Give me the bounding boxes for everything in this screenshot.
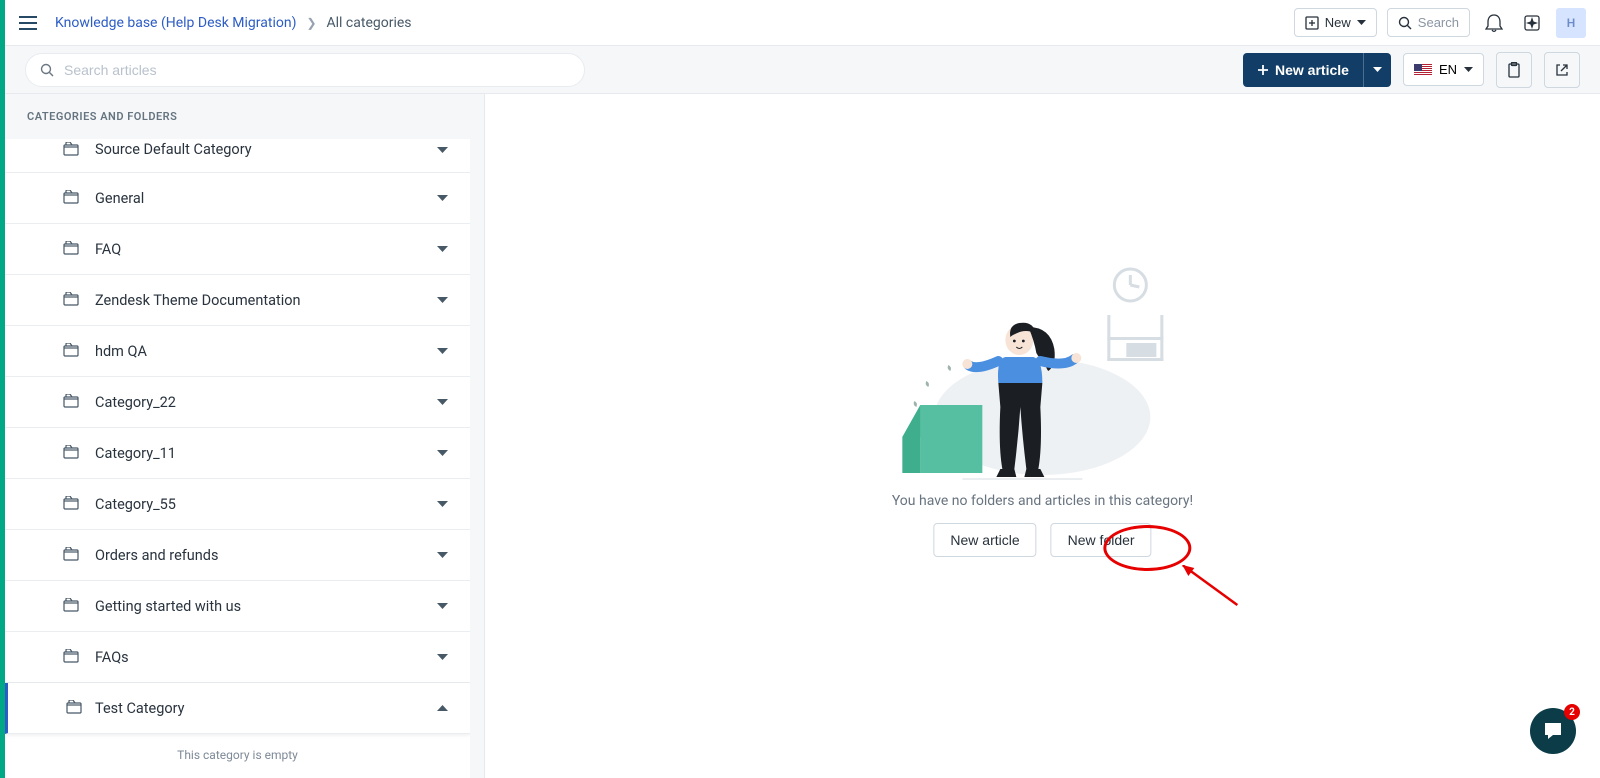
breadcrumb-current: All categories	[327, 15, 412, 31]
language-selector[interactable]: EN	[1403, 53, 1484, 86]
empty-new-folder-button[interactable]: New folder	[1051, 523, 1152, 557]
sidebar-category[interactable]: Category_22	[5, 377, 470, 428]
chevron-icon	[437, 191, 448, 205]
sidebar-category[interactable]: Getting started with us	[5, 581, 470, 632]
search-icon	[40, 63, 54, 77]
external-link-icon	[1555, 63, 1569, 77]
chevron-icon	[437, 548, 448, 562]
sidebar-category[interactable]: Source Default Category	[5, 139, 470, 173]
sidebar-category[interactable]: Zendesk Theme Documentation	[5, 275, 470, 326]
chevron-icon	[437, 599, 448, 613]
annotation-arrow	[1182, 565, 1252, 615]
sidebar-category[interactable]: FAQs	[5, 632, 470, 683]
subbar: New article EN	[5, 46, 1600, 94]
new-button-label: New	[1325, 15, 1351, 30]
sparkle-icon[interactable]	[1518, 9, 1546, 37]
sidebar-category[interactable]: FAQ	[5, 224, 470, 275]
folder-icon	[66, 699, 82, 718]
category-label: FAQs	[95, 649, 129, 666]
folder-icon	[63, 597, 79, 616]
plus-icon	[1257, 64, 1269, 76]
clipboard-icon	[1507, 62, 1521, 78]
sidebar-list[interactable]: Source Default Category General FAQ Zendesk…	[5, 139, 470, 778]
category-empty-text: This category is empty	[5, 734, 470, 776]
category-label: FAQ	[95, 241, 121, 258]
chat-fab[interactable]: 2	[1530, 708, 1576, 754]
new-article-group: New article	[1243, 53, 1391, 87]
folder-icon	[63, 444, 79, 463]
open-external-button[interactable]	[1544, 52, 1580, 88]
chevron-icon	[437, 395, 448, 409]
chevron-icon	[437, 497, 448, 511]
chevron-down-icon	[1464, 67, 1473, 73]
sidebar-category[interactable]: Category_55	[5, 479, 470, 530]
search-icon	[1398, 16, 1412, 30]
category-label: Getting started with us	[95, 598, 241, 615]
empty-state: You have no folders and articles in this…	[892, 247, 1193, 557]
chevron-icon	[437, 650, 448, 664]
category-label: hdm QA	[95, 343, 147, 360]
search-button[interactable]: Search	[1387, 8, 1470, 37]
search-button-label: Search	[1418, 15, 1459, 30]
sidebar-category[interactable]: General	[5, 173, 470, 224]
chevron-down-icon	[1357, 20, 1366, 26]
category-label: General	[95, 190, 144, 207]
empty-new-article-button[interactable]: New article	[933, 523, 1036, 557]
sidebar-header: CATEGORIES AND FOLDERS	[5, 94, 484, 139]
folder-icon	[63, 393, 79, 412]
language-label: EN	[1439, 62, 1457, 77]
folder-icon	[63, 495, 79, 514]
avatar[interactable]: H	[1556, 8, 1586, 38]
notifications-icon[interactable]	[1480, 9, 1508, 37]
category-label: Orders and refunds	[95, 547, 218, 564]
chat-badge: 2	[1564, 704, 1580, 720]
clipboard-button[interactable]	[1496, 52, 1532, 88]
hamburger-menu-icon[interactable]	[19, 16, 37, 30]
chevron-down-icon	[1373, 67, 1382, 73]
chevron-icon	[437, 701, 448, 715]
category-label: Source Default Category	[95, 141, 252, 158]
category-label: Category_22	[95, 394, 176, 411]
breadcrumb: Knowledge base (Help Desk Migration) ❯ A…	[55, 15, 1294, 31]
chevron-icon	[437, 446, 448, 460]
flag-us-icon	[1414, 64, 1432, 76]
chevron-icon	[437, 242, 448, 256]
folder-icon	[63, 189, 79, 208]
chevron-icon	[437, 293, 448, 307]
new-button[interactable]: New	[1294, 8, 1377, 37]
category-label: Category_11	[95, 445, 176, 462]
sidebar-category[interactable]: Orders and refunds	[5, 530, 470, 581]
sidebar-category[interactable]: hdm QA	[5, 326, 470, 377]
chevron-icon	[437, 143, 448, 157]
chat-icon	[1542, 720, 1564, 742]
main-content: You have no folders and articles in this…	[485, 94, 1600, 778]
new-article-label: New article	[1275, 62, 1349, 78]
folder-icon	[63, 342, 79, 361]
search-articles-field[interactable]	[64, 62, 570, 78]
folder-icon	[63, 648, 79, 667]
plus-box-icon	[1305, 16, 1319, 30]
new-article-button[interactable]: New article	[1243, 53, 1363, 87]
sidebar: CATEGORIES AND FOLDERS Source Default Ca…	[5, 94, 485, 778]
search-articles-input[interactable]	[25, 53, 585, 87]
chevron-icon	[437, 344, 448, 358]
empty-illustration	[893, 247, 1193, 487]
empty-message: You have no folders and articles in this…	[892, 493, 1193, 509]
category-label: Test Category	[95, 700, 185, 717]
sidebar-category[interactable]: Category_11	[5, 428, 470, 479]
breadcrumb-root[interactable]: Knowledge base (Help Desk Migration)	[55, 15, 296, 31]
sidebar-category[interactable]: Test Category	[5, 683, 470, 734]
folder-icon	[63, 240, 79, 259]
folder-icon	[63, 546, 79, 565]
new-article-dropdown[interactable]	[1363, 53, 1391, 87]
category-label: Category_55	[95, 496, 176, 513]
category-label: Zendesk Theme Documentation	[95, 292, 301, 309]
folder-icon	[63, 141, 79, 160]
topbar: Knowledge base (Help Desk Migration) ❯ A…	[5, 0, 1600, 46]
folder-icon	[63, 291, 79, 310]
chevron-right-icon: ❯	[306, 16, 316, 30]
